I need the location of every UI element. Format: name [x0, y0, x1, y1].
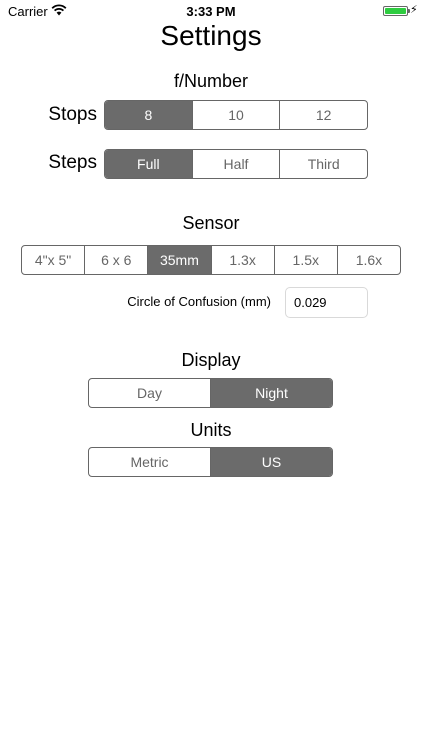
steps-label: Steps — [48, 152, 97, 173]
sensor-segmented-control: 4"x 5" 6 x 6 35mm 1.3x 1.5x 1.6x — [21, 245, 401, 275]
units-option-1[interactable]: US — [210, 448, 332, 476]
status-bar: Carrier 3:33 PM ⚡ — [0, 0, 422, 22]
steps-option-0[interactable]: Full — [105, 150, 192, 178]
charging-icon: ⚡ — [410, 4, 418, 16]
stops-option-1[interactable]: 10 — [191, 101, 280, 129]
display-heading: Display — [181, 350, 241, 370]
fnumber-heading: f/Number — [173, 71, 249, 91]
display-option-0[interactable]: Day — [89, 379, 210, 407]
display-segmented-control: Day Night — [88, 378, 333, 408]
steps-segmented-control: Full Half Third — [104, 149, 368, 179]
units-segmented-control: Metric US — [88, 447, 333, 477]
page-title: Settings — [160, 20, 262, 51]
sensor-option-1[interactable]: 6 x 6 — [84, 246, 147, 274]
stops-label: Stops — [48, 104, 97, 125]
stops-segmented-control: 8 10 12 — [104, 100, 368, 130]
stops-option-0[interactable]: 8 — [105, 101, 192, 129]
units-option-0[interactable]: Metric — [89, 448, 210, 476]
battery-icon — [383, 6, 410, 16]
steps-option-1[interactable]: Half — [191, 150, 280, 178]
coc-input[interactable] — [285, 287, 368, 318]
sensor-option-4[interactable]: 1.5x — [273, 246, 337, 274]
units-heading: Units — [190, 420, 232, 440]
display-option-1[interactable]: Night — [210, 379, 332, 407]
steps-option-2[interactable]: Third — [279, 150, 367, 178]
sensor-option-3[interactable]: 1.3x — [210, 246, 274, 274]
sensor-option-2[interactable]: 35mm — [147, 246, 211, 274]
status-time: 3:33 PM — [186, 4, 236, 19]
sensor-option-5[interactable]: 1.6x — [336, 246, 400, 274]
coc-label: Circle of Confusion (mm) — [127, 294, 271, 309]
stops-option-2[interactable]: 12 — [279, 101, 367, 129]
sensor-option-0[interactable]: 4"x 5" — [22, 246, 84, 274]
sensor-heading: Sensor — [182, 213, 240, 233]
